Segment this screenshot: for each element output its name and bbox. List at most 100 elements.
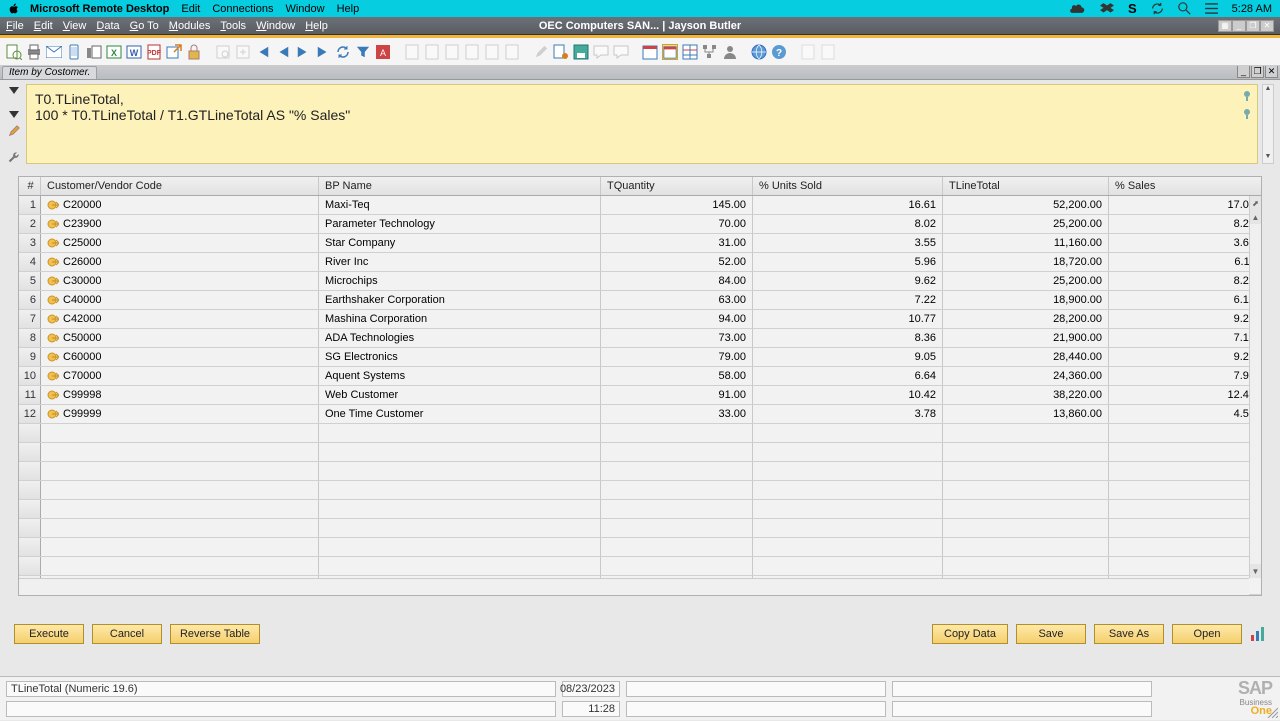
last-record-icon[interactable] bbox=[315, 44, 331, 60]
col-code[interactable]: Customer/Vendor Code bbox=[41, 177, 319, 195]
app-menu-item[interactable]: Tools bbox=[220, 20, 246, 32]
chat-icon[interactable] bbox=[593, 44, 609, 60]
chat2-icon[interactable] bbox=[613, 44, 629, 60]
mac-menu-edit[interactable]: Edit bbox=[181, 3, 200, 15]
tab-close-button[interactable]: ✕ bbox=[1265, 66, 1278, 78]
cell-code[interactable]: C25000 bbox=[41, 234, 319, 252]
doc6-icon[interactable] bbox=[504, 44, 520, 60]
form-settings-icon[interactable] bbox=[553, 44, 569, 60]
globe-icon[interactable] bbox=[751, 44, 767, 60]
table-row[interactable]: 6C40000Earthshaker Corporation63.007.221… bbox=[19, 291, 1261, 310]
drill-down-icon[interactable] bbox=[47, 275, 59, 287]
sync-icon[interactable] bbox=[1151, 2, 1164, 15]
mac-menu-connections[interactable]: Connections bbox=[212, 3, 273, 15]
user-icon[interactable] bbox=[722, 44, 738, 60]
app-menu-item[interactable]: Help bbox=[305, 20, 328, 32]
cancel-button[interactable]: Cancel bbox=[92, 624, 162, 644]
table-row[interactable]: 10C70000Aquent Systems58.006.6424,360.00… bbox=[19, 367, 1261, 386]
cell-code[interactable]: C30000 bbox=[41, 272, 319, 290]
document-tab[interactable]: Item by Costomer. bbox=[2, 66, 97, 79]
drill-down-icon[interactable] bbox=[47, 256, 59, 268]
drill-down-icon[interactable] bbox=[47, 199, 59, 211]
collapse2-icon[interactable] bbox=[7, 108, 21, 122]
table-scrollbar-x[interactable] bbox=[19, 578, 1249, 595]
doc3-icon[interactable] bbox=[444, 44, 460, 60]
cell-code[interactable]: C40000 bbox=[41, 291, 319, 309]
launch-app-icon[interactable] bbox=[166, 44, 182, 60]
app-menu-item[interactable]: Edit bbox=[34, 20, 53, 32]
export-pdf-icon[interactable]: PDF bbox=[146, 44, 162, 60]
drill-down-icon[interactable] bbox=[47, 237, 59, 249]
table-row[interactable]: 3C25000Star Company31.003.5511,160.003.6… bbox=[19, 234, 1261, 253]
col-index[interactable]: # bbox=[19, 177, 41, 195]
help-icon[interactable]: ? bbox=[771, 44, 787, 60]
save-as-button[interactable]: Save As bbox=[1094, 624, 1164, 644]
open-button[interactable]: Open bbox=[1172, 624, 1242, 644]
cell-code[interactable]: C23900 bbox=[41, 215, 319, 233]
app-menu-item[interactable]: Go To bbox=[130, 20, 159, 32]
drill-down-icon[interactable] bbox=[47, 218, 59, 230]
fax-icon[interactable] bbox=[86, 44, 102, 60]
col-line[interactable]: TLineTotal bbox=[943, 177, 1109, 195]
search-icon[interactable] bbox=[1178, 2, 1191, 15]
calendar-icon[interactable] bbox=[642, 44, 658, 60]
resize-handle-icon[interactable] bbox=[1266, 706, 1278, 718]
app-menu-item[interactable]: Data bbox=[96, 20, 119, 32]
sort-icon[interactable]: A bbox=[375, 44, 391, 60]
collapse-icon[interactable] bbox=[7, 84, 21, 98]
table-row[interactable]: 9C60000SG Electronics79.009.0528,440.009… bbox=[19, 348, 1261, 367]
calendar2-icon[interactable] bbox=[662, 44, 678, 60]
query-scrollbar[interactable]: ▲▼ bbox=[1262, 84, 1274, 164]
drill-down-icon[interactable] bbox=[47, 351, 59, 363]
cell-code[interactable]: C99998 bbox=[41, 386, 319, 404]
app-menu-item[interactable]: File bbox=[6, 20, 24, 32]
table-row[interactable]: 1C20000Maxi-Teq145.0016.6152,200.0017.04 bbox=[19, 196, 1261, 215]
grid-icon[interactable] bbox=[682, 44, 698, 60]
query-editor[interactable]: T0.TLineTotal, 100 * T0.TLineTotal / T1.… bbox=[26, 84, 1258, 164]
drill-down-icon[interactable] bbox=[47, 313, 59, 325]
cloud-icon[interactable] bbox=[1070, 3, 1086, 14]
pencil-icon[interactable] bbox=[7, 124, 21, 138]
drill-down-icon[interactable] bbox=[47, 408, 59, 420]
save-button[interactable]: Save bbox=[1016, 624, 1086, 644]
col-name[interactable]: BP Name bbox=[319, 177, 601, 195]
reverse-table-button[interactable]: Reverse Table bbox=[170, 624, 260, 644]
print-icon[interactable] bbox=[26, 44, 42, 60]
doc4-icon[interactable] bbox=[464, 44, 480, 60]
table-row[interactable]: 7C42000Mashina Corporation94.0010.7728,2… bbox=[19, 310, 1261, 329]
tab-restore-button[interactable]: ❐ bbox=[1251, 66, 1264, 78]
chart-icon[interactable] bbox=[1250, 626, 1266, 642]
restore-button[interactable]: ❐ bbox=[1246, 20, 1260, 32]
table-row[interactable]: 11C99998Web Customer91.0010.4238,220.001… bbox=[19, 386, 1261, 405]
cell-code[interactable]: C42000 bbox=[41, 310, 319, 328]
drill-down-icon[interactable] bbox=[47, 294, 59, 306]
col-unit[interactable]: % Units Sold bbox=[753, 177, 943, 195]
email-icon[interactable] bbox=[46, 44, 62, 60]
table-row[interactable]: 2C23900Parameter Technology70.008.0225,2… bbox=[19, 215, 1261, 234]
preview-icon[interactable] bbox=[6, 44, 22, 60]
dropbox-icon[interactable] bbox=[1100, 3, 1114, 15]
tab-minimize-button[interactable]: _ bbox=[1237, 66, 1250, 78]
table-row[interactable]: 4C26000River Inc52.005.9618,720.006.11 bbox=[19, 253, 1261, 272]
table-row[interactable]: 8C50000ADA Technologies73.008.3621,900.0… bbox=[19, 329, 1261, 348]
close-button[interactable]: ✕ bbox=[1260, 20, 1274, 32]
cell-code[interactable]: C60000 bbox=[41, 348, 319, 366]
menu-icon[interactable] bbox=[1205, 3, 1218, 14]
wrench-icon[interactable] bbox=[7, 150, 21, 164]
export-excel-icon[interactable]: X bbox=[106, 44, 122, 60]
app-menu-item[interactable]: Modules bbox=[169, 20, 211, 32]
add-icon[interactable] bbox=[235, 44, 251, 60]
sms-icon[interactable] bbox=[66, 44, 82, 60]
mac-menu-window[interactable]: Window bbox=[285, 3, 324, 15]
doc5-icon[interactable] bbox=[484, 44, 500, 60]
app-menu-item[interactable]: View bbox=[63, 20, 87, 32]
copy-data-button[interactable]: Copy Data bbox=[932, 624, 1008, 644]
table-row[interactable]: 12C99999One Time Customer33.003.7813,860… bbox=[19, 405, 1261, 424]
app-menu-item[interactable]: Window bbox=[256, 20, 295, 32]
cell-code[interactable]: C26000 bbox=[41, 253, 319, 271]
apple-icon[interactable] bbox=[8, 3, 20, 15]
next-record-icon[interactable] bbox=[295, 44, 311, 60]
col-qty[interactable]: TQuantity bbox=[601, 177, 753, 195]
execute-button[interactable]: Execute bbox=[14, 624, 84, 644]
cell-code[interactable]: C50000 bbox=[41, 329, 319, 347]
